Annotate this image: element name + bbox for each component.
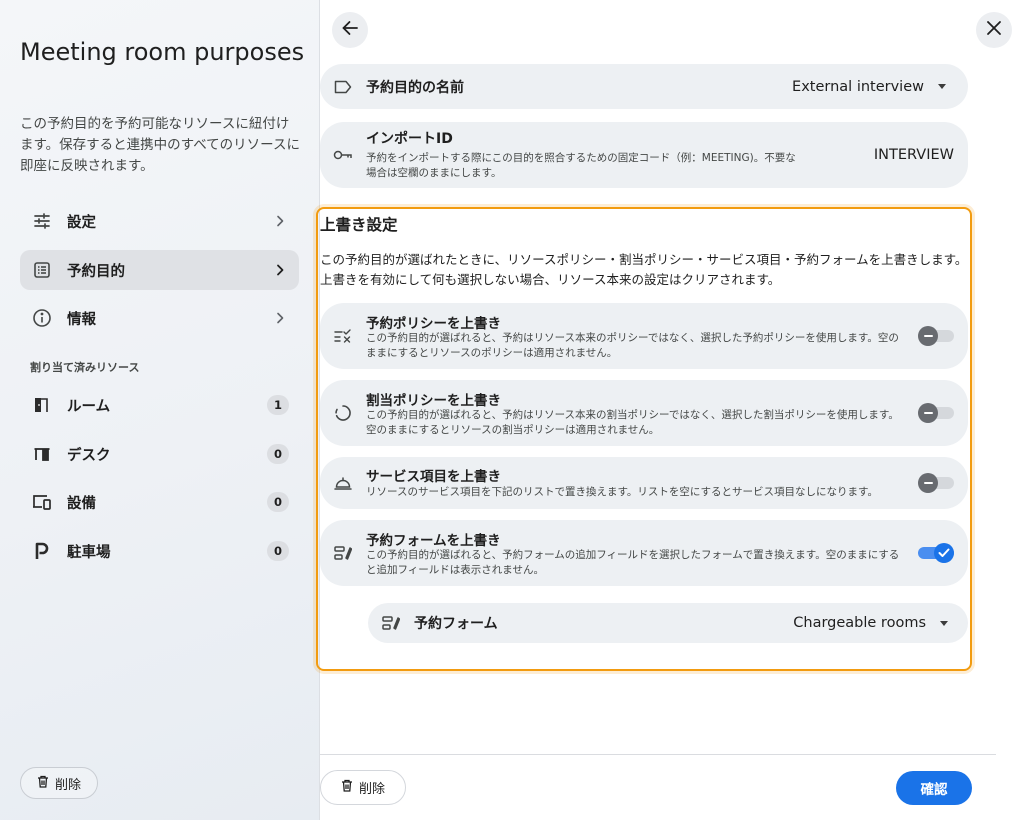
resource-count-badge: 0 — [267, 541, 289, 561]
override-reservation-policy-row: 予約ポリシーを上書き この予約目的が選ばれると、予約はリソース本来のポリシーでは… — [320, 303, 968, 369]
override-reservation-policy-toggle[interactable] — [918, 326, 954, 346]
override-description: リソースのサービス項目を下記のリストで置き換えます。リストを空にするとサービス項… — [366, 486, 878, 498]
desk-icon — [31, 443, 53, 465]
devices-icon — [31, 491, 53, 513]
resource-label: 設備 — [67, 495, 96, 512]
reservation-form-label: 予約フォーム — [414, 616, 498, 632]
info-icon — [31, 307, 53, 329]
import-id-help: 予約をインポートする際にこの目的を照合するための固定コード（例：MEETING)… — [366, 152, 796, 179]
sidebar-item-purposes[interactable]: 予約目的 — [20, 250, 299, 290]
sidebar-item-info[interactable]: 情報 — [20, 298, 299, 338]
close-icon — [986, 20, 1002, 40]
purpose-name-value: External interview — [792, 78, 924, 95]
trash-icon — [37, 775, 49, 792]
trash-icon — [341, 779, 353, 796]
key-icon — [332, 144, 354, 166]
close-button[interactable] — [976, 12, 1012, 48]
purpose-name-field[interactable]: 予約目的の名前 External interview — [320, 64, 968, 109]
override-description: この予約目的が選ばれると、予約フォームの追加フィールドを選択したフォームで置き換… — [366, 549, 900, 576]
chevron-right-icon — [273, 263, 287, 277]
chevron-right-icon — [273, 311, 287, 325]
override-title: サービス項目を上書き — [366, 469, 501, 485]
override-description: この予約目的が選ばれると、予約はリソース本来の割当ポリシーではなく、選択した割当… — [366, 409, 899, 436]
check-icon — [938, 548, 950, 557]
override-reservation-form-row: 予約フォームを上書き この予約目的が選ばれると、予約フォームの追加フィールドを選… — [320, 520, 968, 586]
reservation-form-value: Chargeable rooms — [793, 615, 926, 631]
resource-count-badge: 0 — [267, 444, 289, 464]
resource-label: デスク — [67, 447, 111, 464]
caret-down-icon — [940, 620, 948, 626]
parking-icon — [31, 540, 53, 562]
arrow-left-icon — [341, 19, 359, 41]
rule-check-icon — [332, 325, 354, 347]
override-reservation-form-toggle[interactable] — [918, 543, 954, 563]
sidebar-item-label: 情報 — [67, 311, 96, 328]
import-id-value[interactable]: INTERVIEW — [874, 147, 954, 163]
delete-label: 削除 — [358, 782, 385, 797]
resource-item-desk[interactable]: デスク 0 — [20, 434, 299, 474]
resource-item-equipment[interactable]: 設備 0 — [20, 482, 299, 522]
override-settings-title: 上書き設定 — [320, 216, 398, 234]
reservation-form-dropdown[interactable]: Chargeable rooms — [793, 615, 968, 631]
room-door-icon — [31, 394, 53, 416]
resource-label: 駐車場 — [67, 544, 111, 561]
back-button[interactable] — [332, 12, 368, 48]
sidebar-description: この予約目的を予約可能なリソースに紐付けます。保存すると連携中のすべてのリソース… — [20, 116, 300, 174]
resource-count-badge: 0 — [267, 492, 289, 512]
sliders-icon — [31, 210, 53, 232]
resource-item-parking[interactable]: 駐車場 0 — [20, 531, 299, 571]
override-description: この予約目的が選ばれると、予約はリソース本来のポリシーではなく、選択した予約ポリ… — [366, 332, 899, 359]
override-title: 予約ポリシーを上書き — [366, 316, 501, 332]
assigned-resources-heading: 割り当て済みリソース — [30, 361, 140, 374]
sidebar-delete-label: 削除 — [54, 777, 81, 793]
resource-item-room[interactable]: ルーム 1 — [20, 385, 299, 425]
service-bell-icon — [332, 472, 354, 494]
confirm-button[interactable]: 確認 — [896, 771, 972, 805]
override-service-items-row: サービス項目を上書き リソースのサービス項目を下記のリストで置き換えます。リスト… — [320, 457, 968, 509]
delete-button[interactable]: 削除 — [320, 770, 406, 805]
import-id-text: インポートID 予約をインポートする際にこの目的を照合するための固定コード（例：… — [366, 129, 806, 181]
form-edit-icon — [332, 542, 354, 564]
override-allocation-policy-row: 割当ポリシーを上書き この予約目的が選ばれると、予約はリソース本来の割当ポリシー… — [320, 380, 968, 446]
resource-count-badge: 1 — [267, 395, 289, 415]
form-edit-icon — [380, 612, 402, 634]
circle-dashed-icon — [332, 402, 354, 424]
purpose-name-select[interactable]: External interview — [792, 79, 968, 95]
purpose-name-label: 予約目的の名前 — [366, 79, 464, 96]
chevron-right-icon — [273, 214, 287, 228]
label-tag-icon — [332, 76, 354, 98]
sidebar-delete-button[interactable]: 削除 — [20, 767, 98, 799]
override-title: 割当ポリシーを上書き — [366, 393, 501, 409]
caret-down-icon — [938, 84, 946, 89]
sidebar-title: Meeting room purposes — [20, 38, 305, 66]
import-id-field[interactable]: インポートID 予約をインポートする際にこの目的を照合するための固定コード（例：… — [320, 122, 968, 188]
override-settings-description: この予約目的が選ばれたときに、リソースポリシー・割当ポリシー・サービス項目・予約… — [320, 252, 968, 287]
sidebar-item-settings[interactable]: 設定 — [20, 201, 299, 241]
resource-label: ルーム — [67, 398, 111, 415]
sidebar-item-label: 予約目的 — [67, 263, 125, 280]
footer-divider — [320, 754, 996, 755]
override-allocation-policy-toggle[interactable] — [918, 403, 954, 423]
reservation-form-select[interactable]: 予約フォーム Chargeable rooms — [368, 603, 968, 643]
override-service-items-toggle[interactable] — [918, 473, 954, 493]
sidebar: Meeting room purposes この予約目的を予約可能なリソースに紐… — [0, 0, 320, 820]
override-title: 予約フォームを上書き — [366, 533, 501, 549]
list-icon — [31, 259, 53, 281]
import-id-label: インポートID — [366, 131, 453, 147]
sidebar-item-label: 設定 — [67, 214, 96, 231]
